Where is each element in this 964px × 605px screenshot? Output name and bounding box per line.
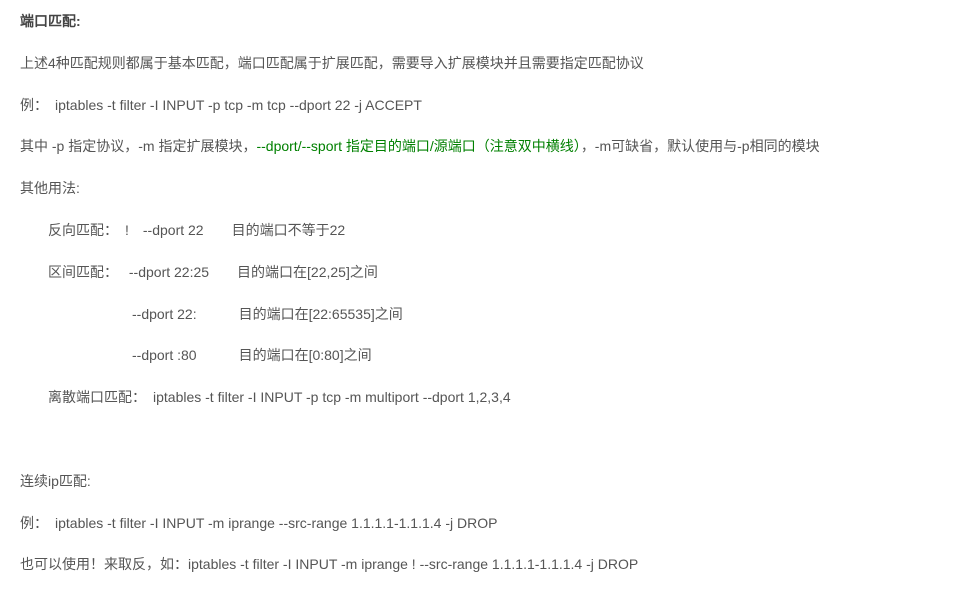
- text-explain-green: --dport/--sport 指定目的端口/源端口（注意双中横线）: [256, 138, 580, 154]
- paragraph-reverse-match: 反向匹配： ! --dport 22 目的端口不等于22: [20, 219, 944, 243]
- paragraph-range-open-start: --dport :80 目的端口在[0:80]之间: [20, 344, 944, 368]
- paragraph-example-iptables: 例： iptables -t filter -I INPUT -p tcp -m…: [20, 94, 944, 118]
- paragraph-iprange-example: 例： iptables -t filter -I INPUT -m iprang…: [20, 512, 944, 536]
- paragraph-range-open-end: --dport 22: 目的端口在[22:65535]之间: [20, 303, 944, 327]
- text-explain-c: ，-m可缺省，默认使用与-p相同的模块: [581, 138, 820, 154]
- paragraph-iprange-negate: 也可以使用！来取反，如：iptables -t filter -I INPUT …: [20, 553, 944, 577]
- text-explain-a: 其中 -p 指定协议，-m 指定扩展模块，: [20, 138, 256, 154]
- paragraph-multiport: 离散端口匹配： iptables -t filter -I INPUT -p t…: [20, 386, 944, 410]
- paragraph-other-usage-heading: 其他用法:: [20, 177, 944, 201]
- paragraph-basic-match-intro: 上述4种匹配规则都属于基本匹配，端口匹配属于扩展匹配，需要导入扩展模块并且需要指…: [20, 52, 944, 76]
- paragraph-explain: 其中 -p 指定协议，-m 指定扩展模块，--dport/--sport 指定目…: [20, 135, 944, 159]
- paragraph-spacer: [20, 428, 944, 452]
- paragraph-range-match: 区间匹配： --dport 22:25 目的端口在[22,25]之间: [20, 261, 944, 285]
- heading-port-match: 端口匹配:: [20, 10, 944, 34]
- heading-iprange: 连续ip匹配:: [20, 470, 944, 494]
